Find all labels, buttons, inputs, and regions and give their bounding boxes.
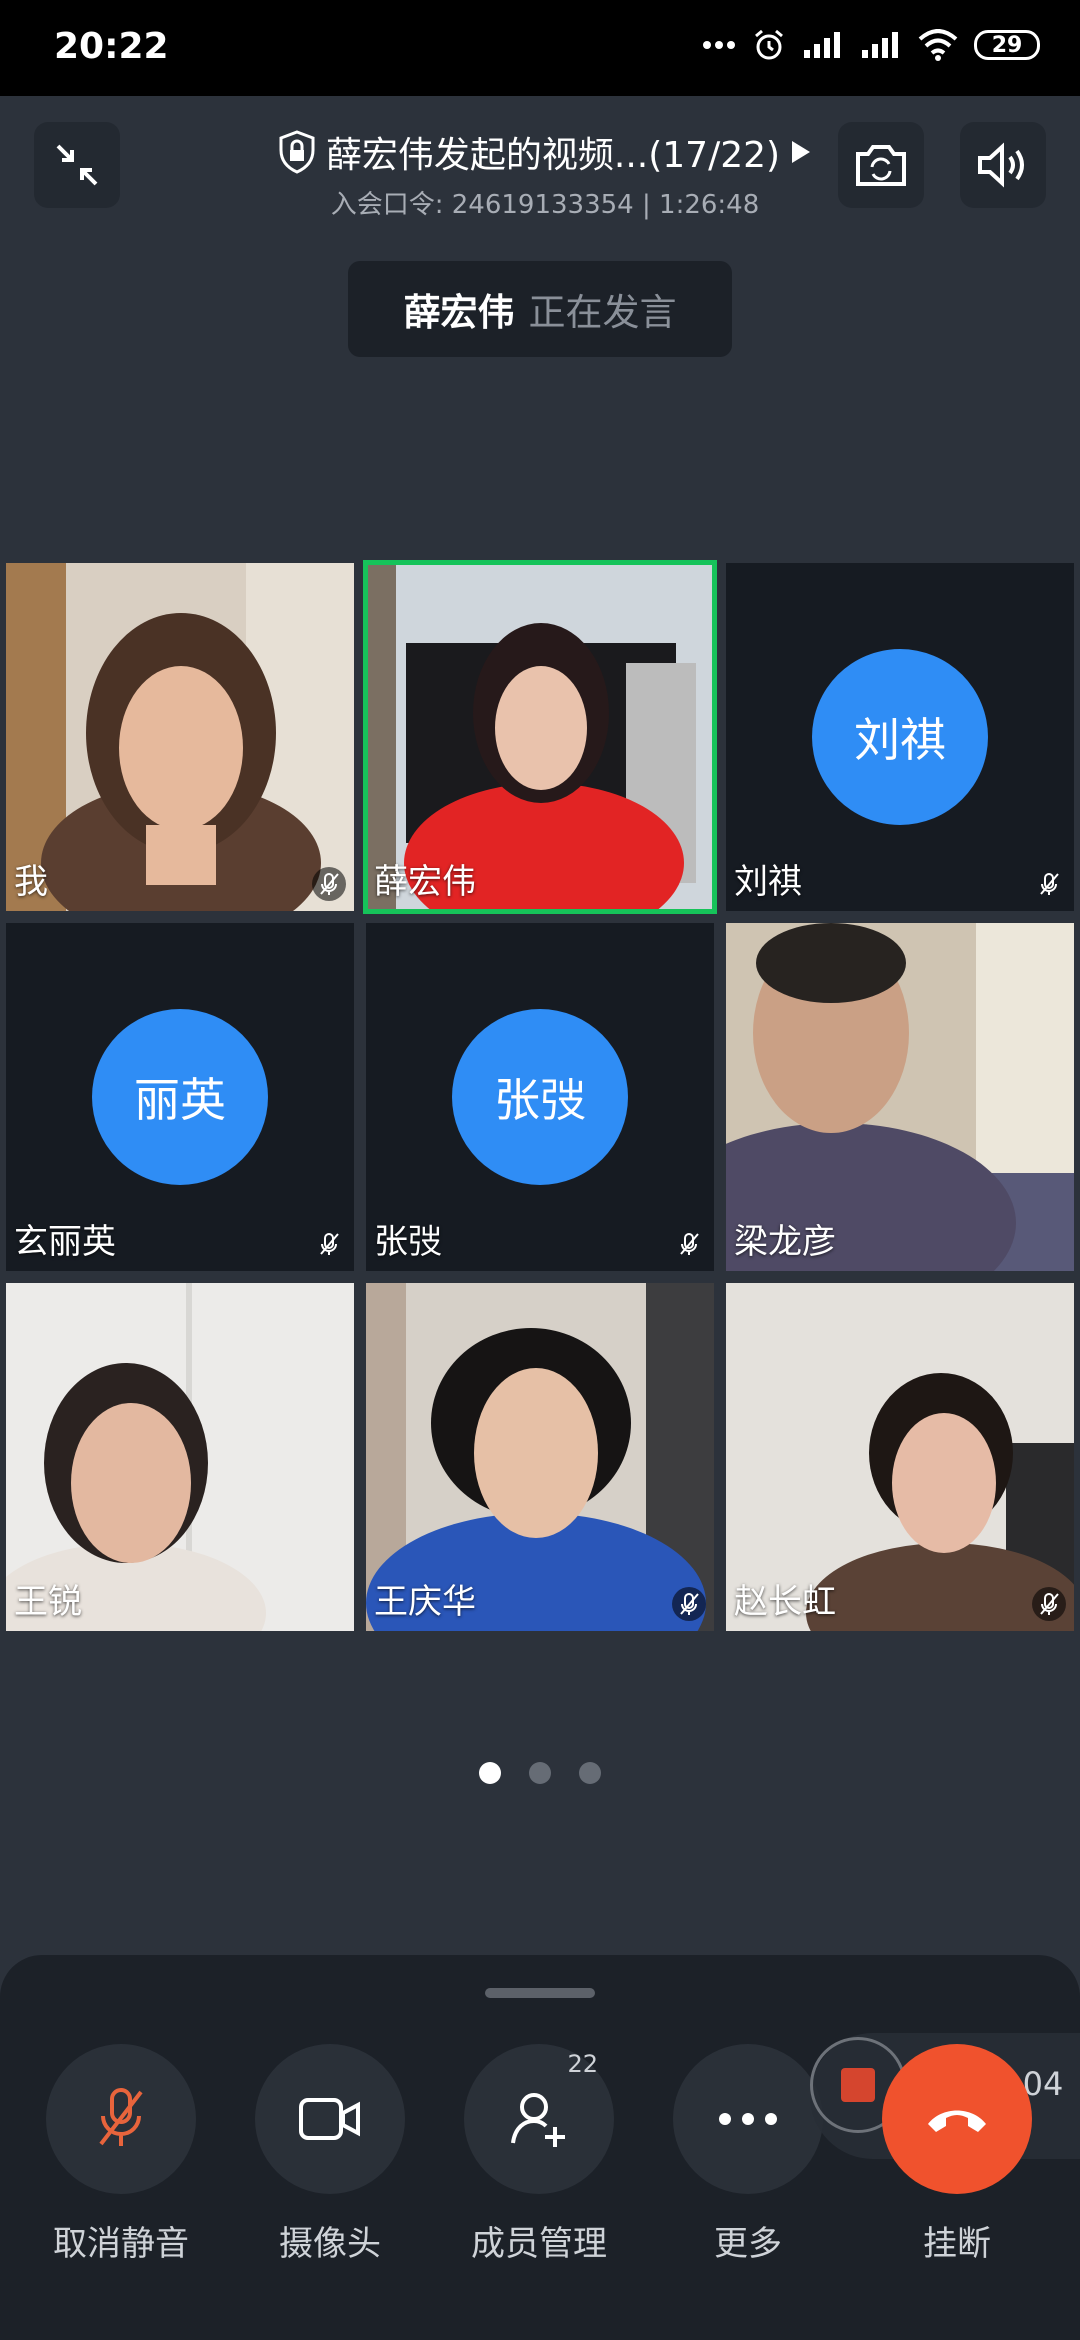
more-button[interactable]: 更多 <box>673 2044 823 2265</box>
status-time: 20:22 <box>54 26 169 67</box>
battery-indicator: 29 <box>974 30 1040 60</box>
participant-tile-active[interactable]: 薛宏伟 <box>363 560 717 914</box>
participant-name: 刘祺 <box>734 862 802 902</box>
mic-muted-icon <box>320 1233 339 1255</box>
hangup-label: 挂断 <box>923 2224 991 2264</box>
speaker-name: 薛宏伟 <box>403 291 515 334</box>
unmute-button[interactable]: 取消静音 <box>46 2044 196 2265</box>
members-circle[interactable]: 22 <box>464 2044 614 2194</box>
page-dot-active[interactable] <box>479 1762 501 1784</box>
meeting-title: 薛宏伟发起的视频...(17/22) <box>325 135 781 176</box>
unmute-circle[interactable] <box>46 2044 196 2194</box>
hangup-button[interactable]: 挂断 <box>882 2044 1032 2265</box>
participant-tile[interactable]: 赵长虹 <box>726 1283 1074 1631</box>
participant-name: 我 <box>14 862 48 902</box>
camera-switch-icon <box>856 145 906 186</box>
page-dot[interactable] <box>579 1762 601 1784</box>
participant-tile[interactable]: 刘祺 刘祺 <box>726 563 1074 911</box>
meeting-code: 入会口令: 24619133354 <box>330 190 634 220</box>
participant-tile[interactable]: 王庆华 <box>366 1283 714 1631</box>
mic-muted-icon <box>312 867 346 901</box>
minimize-button[interactable] <box>34 122 120 208</box>
participant-name: 王庆华 <box>374 1582 476 1622</box>
camera-label: 摄像头 <box>279 2224 381 2264</box>
participant-name: 王锐 <box>14 1582 82 1622</box>
play-arrow-icon <box>792 141 811 163</box>
camera-circle[interactable] <box>255 2044 405 2194</box>
status-bar: 20:22 29 <box>0 0 1080 96</box>
active-speaker-banner: 薛宏伟 正在发言 <box>348 261 732 357</box>
status-icons: 29 <box>702 28 1040 62</box>
mic-muted-icon <box>1040 873 1059 895</box>
hangup-circle[interactable] <box>882 2044 1032 2194</box>
mic-muted-icon <box>672 1587 706 1621</box>
participant-name: 玄丽英 <box>14 1222 116 1262</box>
avatar: 刘祺 <box>812 649 988 825</box>
members-count-badge: 22 <box>567 2050 598 2078</box>
more-circle[interactable] <box>673 2044 823 2194</box>
camera-button[interactable]: 摄像头 <box>255 2044 405 2265</box>
subtitle-separator: | <box>642 190 651 220</box>
participant-tile[interactable]: 梁龙彦 <box>726 923 1074 1271</box>
signal-icon-1 <box>804 32 840 58</box>
members-label: 成员管理 <box>471 2224 607 2264</box>
stop-square-icon <box>841 2068 875 2102</box>
shield-lock-icon <box>279 130 315 174</box>
page-indicator <box>0 1762 1080 1784</box>
mic-muted-icon <box>680 1233 699 1255</box>
members-button[interactable]: 22 成员管理 <box>464 2044 614 2265</box>
wifi-icon <box>918 29 958 61</box>
meeting-header: 薛宏伟发起的视频...(17/22) 入会口令: 24619133354 | 1… <box>255 126 835 221</box>
video-feed <box>6 563 354 911</box>
speaker-status: 正在发言 <box>528 291 677 334</box>
participant-name: 张弢 <box>374 1222 442 1262</box>
participant-name: 薛宏伟 <box>374 862 476 902</box>
participant-name: 梁龙彦 <box>734 1222 836 1262</box>
speaker-button[interactable] <box>960 122 1046 208</box>
participant-tile[interactable]: 张弢 张弢 <box>366 923 714 1271</box>
avatar: 张弢 <box>452 1009 628 1185</box>
mic-muted-icon <box>1032 1587 1066 1621</box>
mic-muted-icon <box>99 2088 143 2146</box>
meeting-subtitle: 入会口令: 24619133354 | 1:26:48 <box>255 184 835 221</box>
participant-tile[interactable]: 丽英 玄丽英 <box>6 923 354 1271</box>
video-camera-icon <box>299 2098 360 2140</box>
meeting-title-row[interactable]: 薛宏伟发起的视频...(17/22) <box>255 126 835 178</box>
participant-tile[interactable]: 我 <box>6 563 354 911</box>
participant-tile[interactable]: 王锐 <box>6 1283 354 1631</box>
speaker-icon <box>978 142 1024 188</box>
signal-icon-2 <box>862 32 898 58</box>
switch-camera-button[interactable] <box>838 122 924 208</box>
page-dot[interactable] <box>529 1762 551 1784</box>
phone-hangup-icon <box>928 2110 986 2132</box>
unmute-label: 取消静音 <box>53 2224 189 2264</box>
avatar: 丽英 <box>92 1009 268 1185</box>
add-member-icon <box>511 2093 565 2147</box>
participant-name: 赵长虹 <box>734 1582 836 1622</box>
collapse-arrows-icon <box>56 144 98 186</box>
more-dots-icon <box>703 41 735 49</box>
more-dots-icon <box>719 2113 777 2125</box>
drag-handle[interactable] <box>485 1988 595 1998</box>
more-label: 更多 <box>714 2224 782 2264</box>
alarm-icon <box>755 29 783 60</box>
meeting-duration: 1:26:48 <box>659 190 760 220</box>
